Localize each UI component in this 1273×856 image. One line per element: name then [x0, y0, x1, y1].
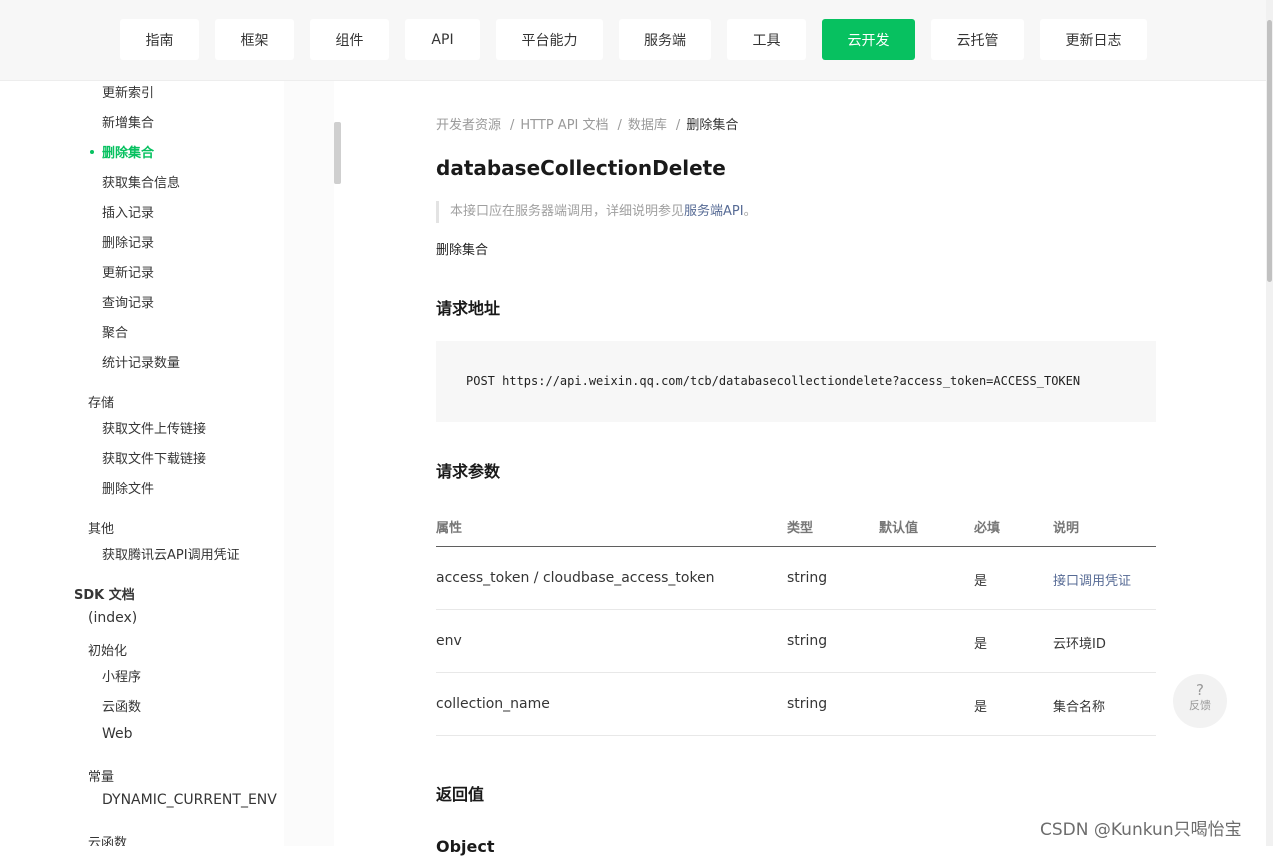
tab-platform[interactable]: 平台能力 [496, 19, 603, 60]
active-dot-icon [90, 150, 94, 154]
request-url-code: POST https://api.weixin.qq.com/tcb/datab… [436, 341, 1156, 422]
page-description: 删除集合 [436, 243, 489, 258]
table-row: env string 是 云环境ID [436, 610, 1156, 673]
sidebar-item-update-record[interactable]: 更新记录 [102, 262, 154, 281]
note-text: 本接口应在服务器端调用，详细说明参见 [450, 204, 685, 219]
cell-name: access_token / cloudbase_access_token [436, 570, 715, 586]
table-row: access_token / cloudbase_access_token st… [436, 547, 1156, 610]
th-desc: 说明 [1053, 521, 1080, 536]
sidebar-item-delete-record[interactable]: 删除记录 [102, 232, 154, 251]
cell-type: string [787, 633, 828, 649]
tab-changelog[interactable]: 更新日志 [1040, 19, 1147, 60]
breadcrumb-current: 删除集合 [686, 118, 739, 133]
cell-type: string [787, 570, 828, 586]
section-request-url: 请求地址 [436, 299, 501, 318]
main-content: 开发者资源 / HTTP API 文档 / 数据库 / 删除集合 databaseColle… [341, 81, 1273, 856]
tab-cloud-hosting[interactable]: 云托管 [931, 19, 1024, 60]
sidebar-section-sdk[interactable]: SDK 文档 [74, 584, 135, 603]
sidebar-item-index[interactable]: (index) [88, 610, 137, 626]
cell-desc: 集合名称 [1053, 700, 1106, 715]
breadcrumb-item[interactable]: 数据库 [628, 118, 667, 133]
table-row: collection_name string 是 集合名称 [436, 673, 1156, 736]
page-title: databaseCollectionDelete [436, 156, 726, 180]
th-default: 默认值 [879, 521, 919, 536]
breadcrumb-item[interactable]: 开发者资源 [436, 118, 501, 133]
th-name: 属性 [436, 521, 463, 536]
cell-required: 是 [974, 700, 988, 715]
page-scrollbar-thumb[interactable] [1267, 20, 1272, 282]
sidebar-group-const[interactable]: 常量 [88, 766, 114, 785]
tab-framework[interactable]: 框架 [215, 19, 294, 60]
tab-guide[interactable]: 指南 [120, 19, 199, 60]
cell-name: env [436, 633, 462, 649]
feedback-label: 反馈 [1189, 699, 1211, 712]
tab-api[interactable]: API [405, 19, 480, 60]
sidebar-item-query-record[interactable]: 查询记录 [102, 292, 154, 311]
th-type: 类型 [787, 521, 814, 536]
section-object: Object [436, 837, 495, 856]
sidebar-group-storage[interactable]: 存储 [88, 392, 114, 411]
cell-type: string [787, 696, 828, 712]
breadcrumb: 开发者资源 / HTTP API 文档 / 数据库 / 删除集合 [436, 118, 739, 133]
note-callout: 本接口应在服务器端调用，详细说明参见服务端API。 [436, 201, 757, 223]
server-api-link[interactable]: 服务端API [684, 204, 744, 219]
sidebar-group-cloudfunc[interactable]: 云函数 [88, 832, 127, 846]
note-suffix: 。 [743, 204, 757, 219]
breadcrumb-item[interactable]: HTTP API 文档 [520, 118, 608, 133]
tab-tools[interactable]: 工具 [727, 19, 806, 60]
sidebar-item-dynamic-env[interactable]: DYNAMIC_CURRENT_ENV [102, 792, 277, 808]
table-header: 属性 类型 默认值 必填 说明 [436, 506, 1156, 547]
tab-components[interactable]: 组件 [310, 19, 389, 60]
watermark: CSDN @Kunkun只喝怡宝 [1040, 820, 1242, 840]
sidebar-item-delete-file[interactable]: 删除文件 [102, 478, 154, 497]
th-required: 必填 [974, 521, 1001, 536]
tab-server[interactable]: 服务端 [619, 19, 711, 60]
sidebar-item-upload-link[interactable]: 获取文件上传链接 [102, 418, 206, 437]
section-request-params: 请求参数 [436, 462, 501, 481]
cell-required: 是 [974, 637, 988, 652]
sidebar-item-count[interactable]: 统计记录数量 [102, 352, 180, 371]
cell-required: 是 [974, 574, 988, 589]
sidebar-item-insert[interactable]: 插入记录 [102, 202, 154, 221]
sidebar-item-update-index[interactable]: 更新索引 [102, 82, 154, 101]
sidebar-item-aggregate[interactable]: 聚合 [102, 322, 128, 341]
question-icon: ? [1196, 681, 1204, 699]
sidebar-scrollbar[interactable] [334, 122, 341, 184]
tab-cloud-dev[interactable]: 云开发 [822, 19, 915, 60]
cell-name: collection_name [436, 696, 550, 712]
sidebar-group-other[interactable]: 其他 [88, 518, 114, 537]
sidebar-item-add-collection[interactable]: 新增集合 [102, 112, 154, 131]
sidebar-item-web[interactable]: Web [102, 726, 133, 742]
section-return: 返回值 [436, 785, 485, 804]
cell-desc: 云环境ID [1053, 637, 1106, 652]
sidebar-item-download-link[interactable]: 获取文件下载链接 [102, 448, 206, 467]
sidebar-item-get-collection[interactable]: 获取集合信息 [102, 172, 180, 191]
top-nav: 指南 框架 组件 API 平台能力 服务端 工具 云开发 云托管 更新日志 [0, 0, 1273, 81]
feedback-button[interactable]: ? 反馈 [1173, 674, 1227, 728]
sidebar-group-init[interactable]: 初始化 [88, 640, 127, 659]
sidebar-item-delete-collection[interactable]: 删除集合 [102, 142, 154, 161]
sidebar-rail [284, 81, 334, 846]
access-token-link[interactable]: 接口调用凭证 [1053, 570, 1131, 589]
sidebar-item-miniprogram[interactable]: 小程序 [102, 666, 141, 685]
sidebar-item-cloudfunction[interactable]: 云函数 [102, 696, 141, 715]
params-table: 属性 类型 默认值 必填 说明 access_token / cloudbase… [436, 506, 1156, 736]
sidebar: 更新索引 新增集合 删除集合 获取集合信息 插入记录 删除记录 更新记录 查询记… [0, 81, 334, 846]
sidebar-item-tencent-credential[interactable]: 获取腾讯云API调用凭证 [102, 544, 240, 563]
